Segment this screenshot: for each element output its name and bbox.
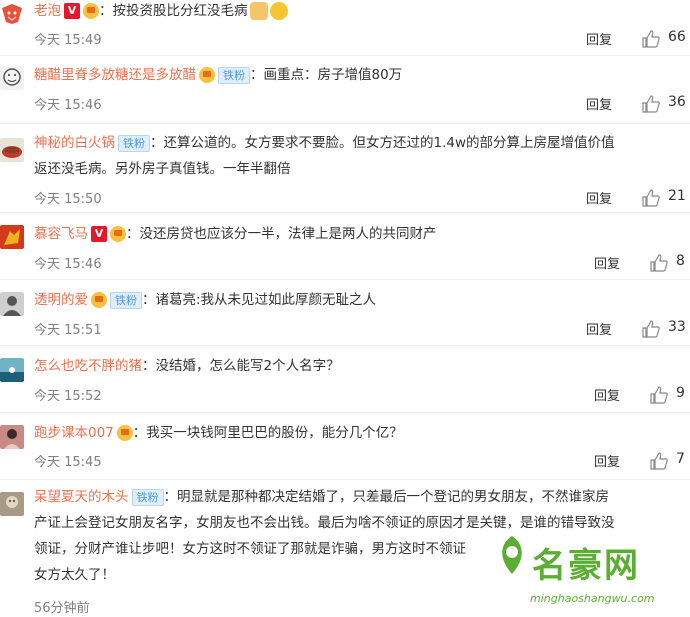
colon: ： xyxy=(142,292,156,308)
thumb-up-icon xyxy=(642,95,660,113)
avatar[interactable] xyxy=(0,2,24,26)
laughing-emoji-icon xyxy=(269,2,288,20)
thumb-up-icon xyxy=(650,254,668,272)
watermark: 名豪网 minghaoshangwu.com xyxy=(490,530,690,617)
avatar[interactable] xyxy=(0,225,24,249)
avatar[interactable] xyxy=(0,138,24,162)
crown-icon xyxy=(110,226,126,242)
thumbs-up-emoji-icon xyxy=(249,2,268,20)
username[interactable]: 透明的爱 xyxy=(34,292,88,308)
comment-item: 透明的爱 铁粉 ：诸葛亮:我从未见过如此厚颜无耻之人 今天 15:51 回复 33 xyxy=(0,280,690,345)
thumb-up-icon xyxy=(642,30,660,48)
colon: ： xyxy=(250,67,264,83)
comment-text-line: 返还没毛病。另外房子真值钱。一年半翻倍 xyxy=(34,161,291,177)
avatar[interactable] xyxy=(0,425,24,449)
avatar[interactable] xyxy=(0,492,24,516)
comment-text: 诸葛亮:我从未见过如此厚颜无耻之人 xyxy=(155,292,377,308)
fan-badge: 铁粉 xyxy=(110,291,142,309)
like-count: 33 xyxy=(668,319,686,335)
crown-icon xyxy=(91,292,107,308)
comment-item: 神秘的白火锅 铁粉 ：还算公道的。女方要求不要脸。但女方还过的1.4w的部分算上房屋… xyxy=(0,124,690,212)
comment-item: 糖醋里脊多放糖还是多放醋 铁粉 ：画重点：房子增值80万 今天 15:46 回复 3… xyxy=(0,56,690,123)
comment-text: 画重点：房子增值80万 xyxy=(263,67,403,83)
crown-icon xyxy=(199,67,215,83)
colon: ： xyxy=(132,425,147,441)
watermark-url: minghaoshangwu.com xyxy=(530,592,655,605)
like-count: 8 xyxy=(676,253,685,269)
reply-button[interactable]: 回复 xyxy=(586,188,612,207)
colon: ： xyxy=(142,358,156,374)
comment-text: 我买一块钱阿里巴巴的股份，能分几个亿？ xyxy=(146,425,403,441)
colon: ： xyxy=(99,3,113,19)
username[interactable]: 糖醋里脊多放糖还是多放醋 xyxy=(34,67,196,83)
username[interactable]: 呆望夏天的木头 xyxy=(34,489,129,505)
comment-item: 怎么也吃不胖的猪：没结婚，怎么能写2个人名字？ 今天 15:52 回复 9 xyxy=(0,346,690,412)
comment-item: 慕容飞马 V ：没还房贷也应该分一半，法律上是两人的共同财产 今天 15:46 回复… xyxy=(0,213,690,279)
comment-item: 老泡 V ：按投资股比分红没毛病 今天 15:49 回复 66 xyxy=(0,0,690,55)
reply-button[interactable]: 回复 xyxy=(594,253,620,272)
timestamp: 今天 15:50 xyxy=(34,192,102,207)
username[interactable]: 怎么也吃不胖的猪 xyxy=(34,358,142,374)
comment-text-line: 产证上会登记女朋友名字，女朋友也不会出钱。最后为啥不领证的原因才是关键，是谁的错… xyxy=(34,515,615,531)
thumb-up-icon xyxy=(650,452,668,470)
timestamp: 今天 15:45 xyxy=(34,455,102,470)
timestamp: 56分钟前 xyxy=(34,601,90,616)
avatar[interactable] xyxy=(0,358,24,382)
fan-badge: 铁粉 xyxy=(118,134,150,152)
thumb-up-icon xyxy=(650,386,668,404)
crown-icon xyxy=(83,3,99,19)
reply-button[interactable]: 回复 xyxy=(594,451,620,470)
username[interactable]: 神秘的白火锅 xyxy=(34,135,115,151)
comment-text-line: 领证，分财产谁让步吧！女方这时不领证了那就是诈骗，男方这时不领证 xyxy=(34,541,466,557)
like-count: 9 xyxy=(676,385,685,401)
comment-text-line: 明显就是那种都决定结婚了，只差最后一个登记的男女朋友，不然谁家房 xyxy=(177,489,609,505)
like-count: 21 xyxy=(668,188,686,204)
avatar[interactable] xyxy=(0,66,24,90)
comment-text-line: 还算公道的。女方要求不要脸。但女方还过的1.4w的部分算上房屋增值价值 xyxy=(163,135,615,151)
watermark-brand: 名豪网 xyxy=(532,546,640,586)
fan-badge: 铁粉 xyxy=(131,488,164,506)
colon: ： xyxy=(163,489,178,505)
reply-button[interactable]: 回复 xyxy=(586,319,612,338)
timestamp: 今天 15:46 xyxy=(34,257,102,272)
like-count: 66 xyxy=(668,29,686,45)
verified-icon: V xyxy=(64,3,80,19)
reply-button[interactable]: 回复 xyxy=(586,29,612,48)
username[interactable]: 跑步课本007 xyxy=(34,425,114,441)
comment-text: 按投资股比分红没毛病 xyxy=(112,3,248,19)
timestamp: 今天 15:46 xyxy=(34,98,102,113)
avatar[interactable] xyxy=(0,292,24,316)
like-count: 36 xyxy=(668,94,686,110)
comment-text: 没还房贷也应该分一半，法律上是两人的共同财产 xyxy=(139,226,437,242)
thumb-up-icon xyxy=(642,320,660,338)
colon: ： xyxy=(150,135,164,151)
username[interactable]: 老泡 xyxy=(34,3,61,19)
timestamp: 今天 15:49 xyxy=(34,33,102,48)
timestamp: 今天 15:52 xyxy=(34,389,102,404)
reply-button[interactable]: 回复 xyxy=(586,94,612,113)
watermark-logo-icon xyxy=(502,536,522,574)
comment-item: 跑步课本007 ：我买一块钱阿里巴巴的股份，能分几个亿？ 今天 15:45 回复 … xyxy=(0,413,690,479)
reply-button[interactable]: 回复 xyxy=(594,385,620,404)
verified-icon: V xyxy=(91,226,107,242)
timestamp: 今天 15:51 xyxy=(34,323,102,338)
crown-icon xyxy=(116,425,133,441)
comment-text: 没结婚，怎么能写2个人名字？ xyxy=(155,358,340,374)
fan-badge: 铁粉 xyxy=(218,66,250,84)
colon: ： xyxy=(126,226,140,242)
comment-text-line: 女方太久了！ xyxy=(34,567,115,583)
username[interactable]: 慕容飞马 xyxy=(34,226,88,242)
like-count: 7 xyxy=(676,451,685,467)
thumb-up-icon xyxy=(642,189,660,207)
